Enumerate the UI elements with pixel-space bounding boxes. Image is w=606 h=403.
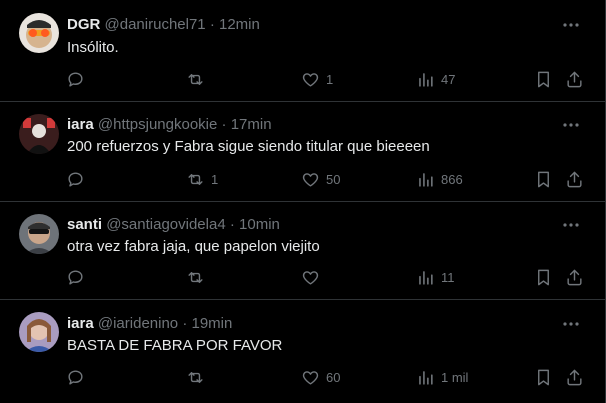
avatar[interactable] bbox=[19, 312, 59, 352]
like-button[interactable]: 60 bbox=[301, 366, 340, 388]
share-icon bbox=[565, 170, 584, 189]
views-button[interactable]: 1 mil bbox=[416, 366, 468, 388]
avatar[interactable] bbox=[19, 214, 59, 254]
views-button[interactable]: 11 bbox=[416, 266, 455, 288]
separator: · bbox=[209, 16, 215, 33]
bookmark-icon bbox=[534, 70, 553, 89]
views-icon bbox=[416, 70, 435, 89]
tweet-time[interactable]: 19min bbox=[192, 315, 233, 332]
views-count: 866 bbox=[441, 171, 463, 187]
author-name[interactable]: DGR bbox=[67, 16, 100, 33]
reply-button[interactable] bbox=[66, 168, 91, 190]
like-button[interactable] bbox=[301, 266, 326, 288]
views-count: 11 bbox=[441, 269, 455, 285]
author-name[interactable]: santi bbox=[67, 216, 102, 233]
retweet-button[interactable] bbox=[186, 266, 211, 288]
tweet-text: BASTA DE FABRA POR FAVOR bbox=[67, 337, 283, 354]
like-icon bbox=[301, 368, 320, 387]
tweet-text: 200 refuerzos y Fabra sigue siendo titul… bbox=[67, 138, 430, 155]
separator: · bbox=[221, 116, 227, 133]
share-button[interactable] bbox=[565, 266, 584, 288]
views-count: 1 mil bbox=[441, 369, 469, 385]
retweet-button[interactable]: 1 bbox=[186, 168, 218, 190]
like-icon bbox=[301, 70, 320, 89]
tweet-text: Insólito. bbox=[67, 39, 119, 56]
tweet[interactable]: DGR @daniruchel71 · 12min Insólito. 1 47 bbox=[0, 0, 605, 102]
retweet-count: 1 bbox=[211, 171, 219, 187]
author-handle[interactable]: @santiagovidela4 bbox=[106, 216, 225, 233]
tweet-text: otra vez fabra jaja, que papelon viejito bbox=[67, 238, 320, 255]
retweet-button[interactable] bbox=[186, 366, 211, 388]
separator: · bbox=[182, 315, 188, 332]
reply-icon bbox=[66, 170, 85, 189]
views-button[interactable]: 47 bbox=[416, 68, 455, 90]
retweet-icon bbox=[186, 268, 205, 287]
avatar[interactable] bbox=[19, 114, 59, 154]
tweet-actions: 11 bbox=[60, 266, 591, 288]
tweet[interactable]: iara @iaridenino · 19min BASTA DE FABRA … bbox=[0, 300, 605, 403]
author-handle[interactable]: @httpsjungkookie bbox=[98, 116, 217, 133]
author-name[interactable]: iara bbox=[67, 116, 94, 133]
tweet-actions: 60 1 mil bbox=[60, 366, 591, 388]
retweet-icon bbox=[186, 170, 205, 189]
bookmark-icon bbox=[534, 170, 553, 189]
bookmark-icon bbox=[534, 268, 553, 287]
tweet-actions: 1 50 866 bbox=[60, 168, 591, 190]
views-icon bbox=[416, 368, 435, 387]
tweet-header: DGR @daniruchel71 · 12min bbox=[67, 16, 260, 33]
tweet-header: iara @httpsjungkookie · 17min bbox=[67, 116, 272, 133]
retweet-icon bbox=[186, 368, 205, 387]
views-button[interactable]: 866 bbox=[416, 168, 463, 190]
more-icon[interactable] bbox=[561, 15, 581, 35]
reply-icon bbox=[66, 70, 85, 89]
views-count: 47 bbox=[441, 71, 456, 87]
author-handle[interactable]: @daniruchel71 bbox=[105, 16, 206, 33]
more-icon[interactable] bbox=[561, 314, 581, 334]
tweet-header: iara @iaridenino · 19min bbox=[67, 315, 232, 332]
bookmark-button[interactable] bbox=[534, 168, 553, 190]
share-icon bbox=[565, 368, 584, 387]
share-icon bbox=[565, 70, 584, 89]
bookmark-icon bbox=[534, 368, 553, 387]
retweet-icon bbox=[186, 70, 205, 89]
like-button[interactable]: 1 bbox=[301, 68, 333, 90]
reply-button[interactable] bbox=[66, 68, 91, 90]
like-count: 60 bbox=[326, 369, 341, 385]
share-button[interactable] bbox=[565, 68, 584, 90]
views-icon bbox=[416, 170, 435, 189]
author-name[interactable]: iara bbox=[67, 315, 94, 332]
like-count: 1 bbox=[326, 71, 334, 87]
tweet-header: santi @santiagovidela4 · 10min bbox=[67, 216, 280, 233]
reply-icon bbox=[66, 368, 85, 387]
bookmark-button[interactable] bbox=[534, 266, 553, 288]
like-icon bbox=[301, 268, 320, 287]
tweet-feed: DGR @daniruchel71 · 12min Insólito. 1 47… bbox=[0, 0, 606, 403]
reply-button[interactable] bbox=[66, 366, 91, 388]
tweet-time[interactable]: 10min bbox=[239, 216, 280, 233]
author-handle[interactable]: @iaridenino bbox=[98, 315, 178, 332]
bookmark-button[interactable] bbox=[534, 366, 553, 388]
like-count: 50 bbox=[326, 171, 341, 187]
views-icon bbox=[416, 268, 435, 287]
tweet-actions: 1 47 bbox=[60, 68, 591, 90]
like-button[interactable]: 50 bbox=[301, 168, 340, 190]
retweet-button[interactable] bbox=[186, 68, 211, 90]
tweet[interactable]: santi @santiagovidela4 · 10min otra vez … bbox=[0, 202, 605, 300]
tweet-time[interactable]: 12min bbox=[219, 16, 260, 33]
share-icon bbox=[565, 268, 584, 287]
more-icon[interactable] bbox=[561, 115, 581, 135]
separator: · bbox=[229, 216, 235, 233]
reply-button[interactable] bbox=[66, 266, 91, 288]
more-icon[interactable] bbox=[561, 215, 581, 235]
avatar[interactable] bbox=[19, 13, 59, 53]
reply-icon bbox=[66, 268, 85, 287]
share-button[interactable] bbox=[565, 366, 584, 388]
tweet-time[interactable]: 17min bbox=[231, 116, 272, 133]
share-button[interactable] bbox=[565, 168, 584, 190]
like-icon bbox=[301, 170, 320, 189]
tweet[interactable]: iara @httpsjungkookie · 17min 200 refuer… bbox=[0, 102, 605, 202]
bookmark-button[interactable] bbox=[534, 68, 553, 90]
